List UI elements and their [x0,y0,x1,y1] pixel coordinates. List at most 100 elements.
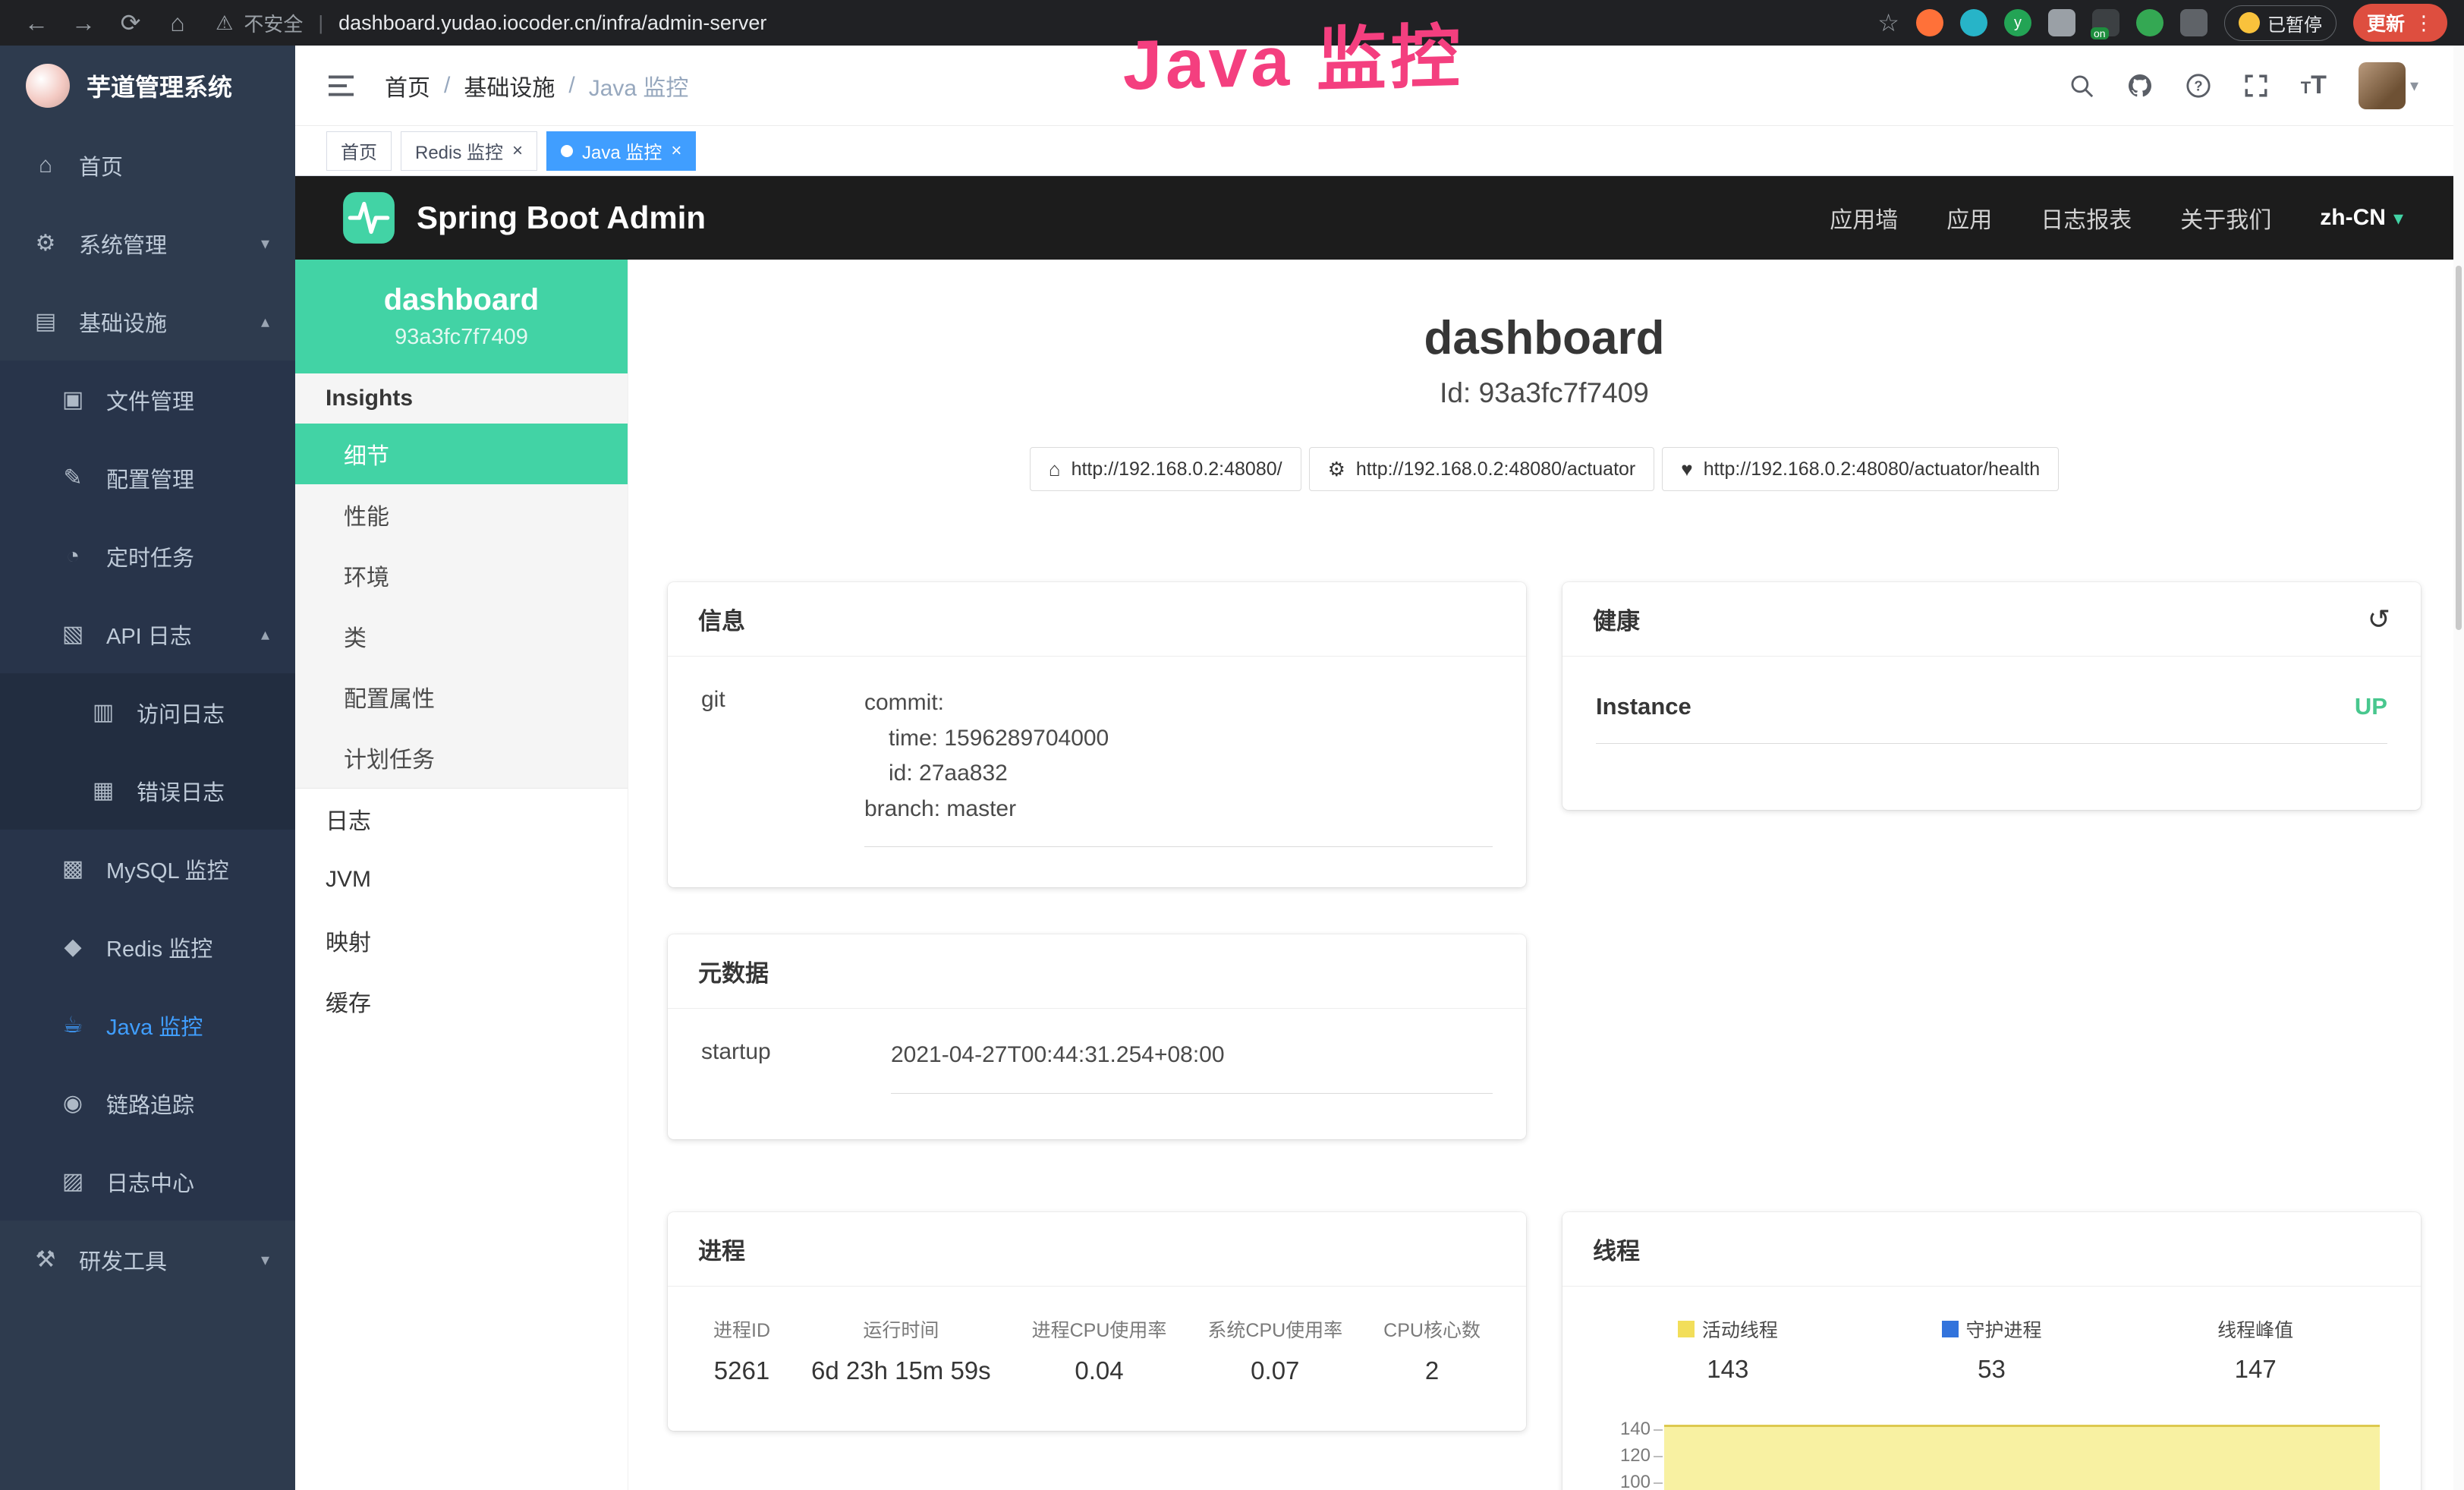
sidebar-item-java-monitor[interactable]: ☕ Java 监控 [0,986,295,1064]
search-icon[interactable] [2069,73,2094,99]
ext-leaf-icon[interactable] [2136,9,2163,36]
sidebar-item-infrastructure[interactable]: ▤ 基础设施 ▴ [0,282,295,361]
legend-value: 143 [1596,1355,1860,1384]
app-logo[interactable]: 芋道管理系统 [0,46,295,126]
instance-header[interactable]: dashboard 93a3fc7f7409 [295,260,628,373]
url-text[interactable]: dashboard.yudao.iocoder.cn/infra/admin-s… [338,11,766,35]
paused-extension-badge[interactable]: 已暂停 [2224,5,2337,41]
tag-home[interactable]: 首页 [326,131,392,171]
tag-redis-monitor[interactable]: Redis 监控 × [401,131,537,171]
sidebar-item-label: 基础设施 [79,306,167,338]
help-icon[interactable]: ? [2186,73,2211,99]
nav-applications[interactable]: 应用 [1946,201,1992,235]
sidebar-item-log-center[interactable]: ▨ 日志中心 [0,1142,295,1221]
health-card-title: 健康 [1593,602,1640,636]
github-icon[interactable] [2126,72,2154,99]
actuator-url-button[interactable]: ⚙ http://192.168.0.2:48080/actuator [1309,447,1655,491]
live-threads-area [1664,1425,2380,1490]
menu-item-classes[interactable]: 类 [295,606,628,666]
service-url-button[interactable]: ⌂ http://192.168.0.2:48080/ [1030,447,1301,491]
tag-java-monitor[interactable]: Java 监控 × [546,131,696,171]
menu-item-details[interactable]: 细节 [295,424,628,484]
trace-icon: ◉ [58,1090,88,1117]
ext-puzzle-icon[interactable] [2180,9,2208,36]
tag-label: Java 监控 [582,137,662,164]
process-col-pid: 进程ID 5261 [713,1315,770,1385]
legend-label: 活动线程 [1702,1315,1778,1343]
sidebar-item-file-manage[interactable]: ▣ 文件管理 [0,361,295,439]
sba-brand-title: Spring Boot Admin [417,200,706,236]
sidebar-item-dev-tools[interactable]: ⚒ 研发工具 ▾ [0,1221,295,1299]
fullscreen-icon[interactable] [2243,73,2269,99]
close-icon[interactable]: × [512,140,523,162]
col-header: 系统CPU使用率 [1207,1315,1342,1343]
instance-id-line: Id: 93a3fc7f7409 [668,377,2421,409]
back-icon[interactable]: ← [17,9,56,37]
legend-square-blue [1942,1321,1959,1337]
sba-brand[interactable]: Spring Boot Admin [341,190,706,246]
menu-item-jvm[interactable]: JVM [295,849,628,910]
health-url-button[interactable]: ♥ http://192.168.0.2:48080/actuator/heal… [1662,447,2059,491]
sidebar-item-home[interactable]: ⌂ 首页 [0,126,295,204]
menu-item-performance[interactable]: 性能 [295,484,628,545]
nav-wallboard[interactable]: 应用墙 [1830,201,1898,235]
y-tick: 120 [1620,1445,1651,1466]
history-icon[interactable]: ↺ [2368,603,2390,635]
process-card-title: 进程 [698,1232,745,1266]
legend-live-threads: 活动线程 143 [1596,1315,1860,1384]
security-label[interactable]: 不安全 [244,9,303,37]
menu-item-config-props[interactable]: 配置属性 [295,666,628,727]
menu-item-caches[interactable]: 缓存 [295,971,628,1032]
nav-about[interactable]: 关于我们 [2180,201,2271,235]
scrollbar-thumb[interactable] [2456,266,2462,630]
sidebar-item-mysql-monitor[interactable]: ▩ MySQL 监控 [0,830,295,908]
link-label: http://192.168.0.2:48080/actuator/health [1704,458,2040,480]
breadcrumb-current: Java 监控 [589,69,689,102]
not-secure-warning-icon: ⚠ [216,11,233,35]
scrollbar-track[interactable] [2453,46,2464,1490]
sidebar-item-trace[interactable]: ◉ 链路追踪 [0,1064,295,1142]
active-dot [561,145,573,157]
breadcrumb-home[interactable]: 首页 [385,69,430,102]
user-avatar[interactable]: ▾ [2359,62,2418,109]
sidebar-toggle-icon[interactable] [329,74,356,97]
browser-home-icon[interactable]: ⌂ [158,9,197,37]
sidebar-item-config-manage[interactable]: ✎ 配置管理 [0,439,295,517]
breadcrumb-infra[interactable]: 基础设施 [464,69,555,102]
process-col-process-cpu: 进程CPU使用率 0.04 [1032,1315,1167,1385]
sidebar-item-cron-job[interactable]: ◔ 定时任务 [0,517,295,595]
sidebar-item-redis-monitor[interactable]: ◆ Redis 监控 [0,908,295,986]
config-icon: ✎ [58,465,88,491]
instance-links: ⌂ http://192.168.0.2:48080/ ⚙ http://192… [668,447,2421,491]
gear-icon: ⚙ [30,230,61,257]
sidebar-item-system-manage[interactable]: ⚙ 系统管理 ▾ [0,204,295,282]
ext-drop-icon[interactable] [1960,9,1987,36]
address-bar[interactable]: ⚠ 不安全 | dashboard.yudao.iocoder.cn/infra… [216,9,1870,37]
sidebar-item-error-log[interactable]: ▦ 错误日志 [0,751,295,830]
menu-item-environment[interactable]: 环境 [295,545,628,606]
menu-item-mappings[interactable]: 映射 [295,910,628,971]
sidebar-item-label: 错误日志 [137,775,225,807]
sidebar-item-api-log[interactable]: ▧ API 日志 ▴ [0,595,295,673]
threads-card-title: 线程 [1593,1232,1640,1266]
reload-icon[interactable]: ⟳ [111,8,150,37]
infra-icon: ▤ [30,308,61,335]
nav-journal[interactable]: 日志报表 [2041,201,2132,235]
sba-logo-icon [341,190,397,246]
ext-green-y-icon[interactable]: y [2004,9,2031,36]
bookmark-star-icon[interactable]: ☆ [1877,8,1899,37]
locale-select[interactable]: zh-CN ▾ [2320,205,2403,231]
menu-item-scheduled-tasks[interactable]: 计划任务 [295,727,628,788]
legend-daemon-threads: 守护进程 53 [1860,1315,2124,1384]
instance-id: 93a3fc7f7409 [395,325,528,350]
browser-menu-icon[interactable]: ⋮ [2414,11,2434,35]
menu-item-logs[interactable]: 日志 [295,789,628,849]
ext-on-badge-icon[interactable]: on [2092,9,2119,36]
close-icon[interactable]: × [671,140,681,162]
forward-icon[interactable]: → [64,9,103,37]
ext-orange-icon[interactable] [1916,9,1943,36]
sidebar-item-access-log[interactable]: ▥ 访问日志 [0,673,295,751]
ext-grid-icon[interactable] [2048,9,2075,36]
font-size-icon[interactable]: TT [2301,71,2327,100]
browser-update-button[interactable]: 更新 ⋮ [2353,4,2447,42]
